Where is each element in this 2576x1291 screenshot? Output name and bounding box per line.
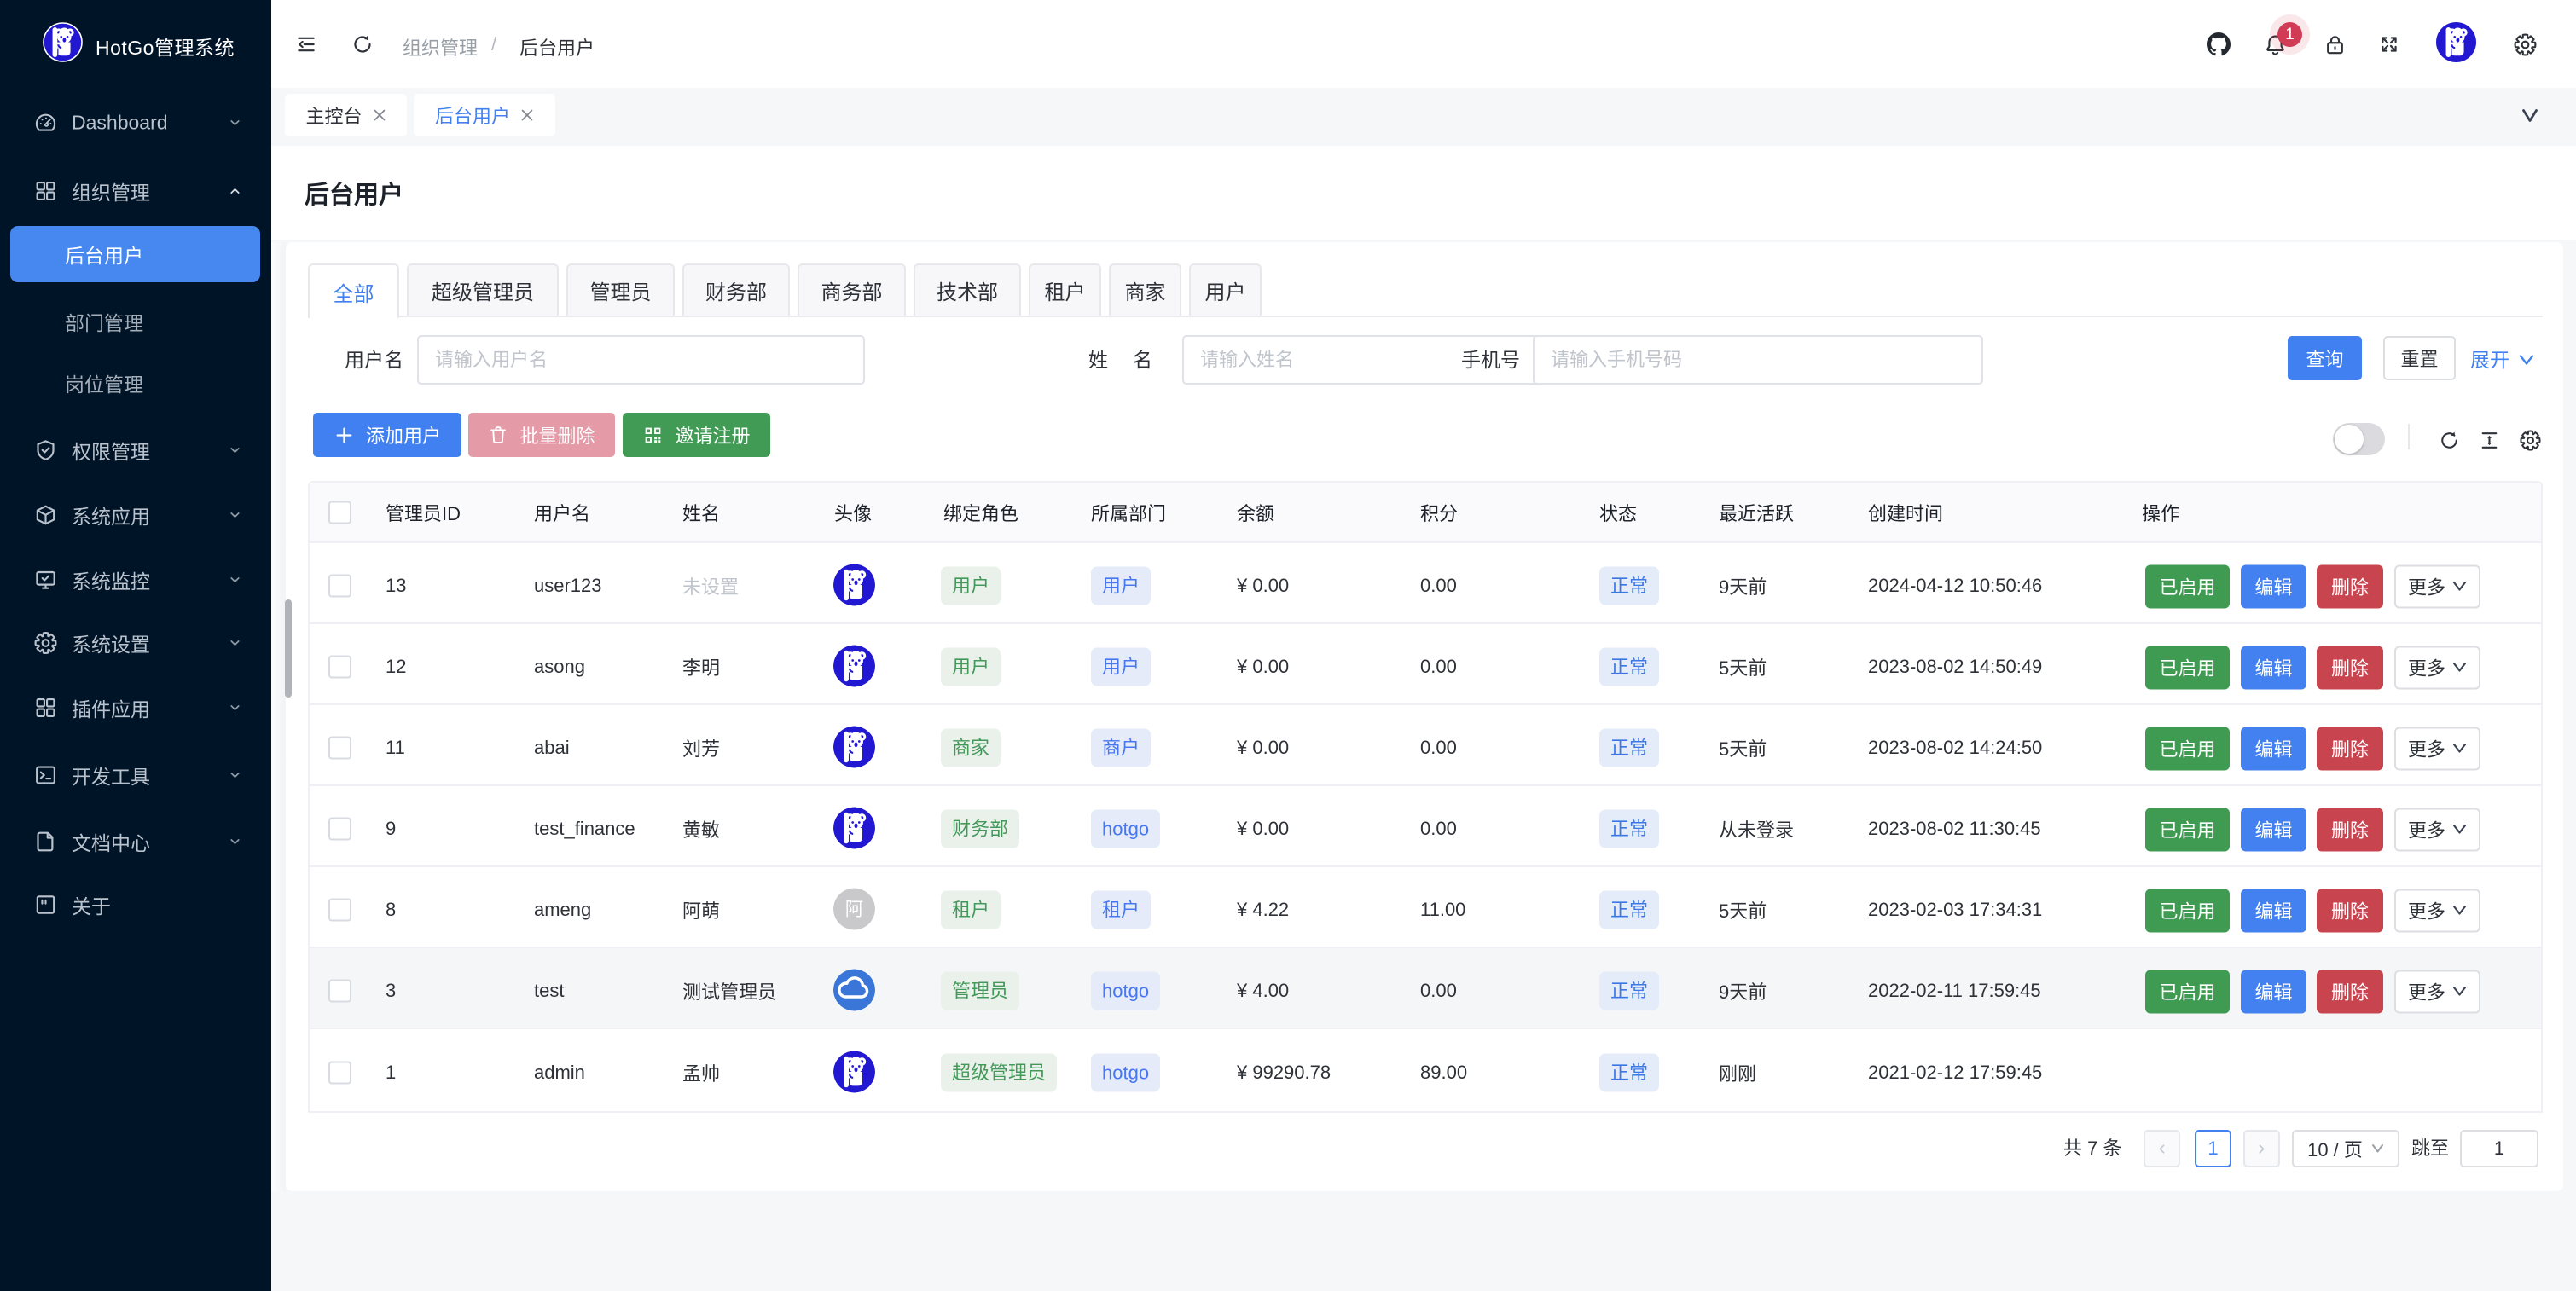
svg-text:阿: 阿: [845, 899, 863, 919]
